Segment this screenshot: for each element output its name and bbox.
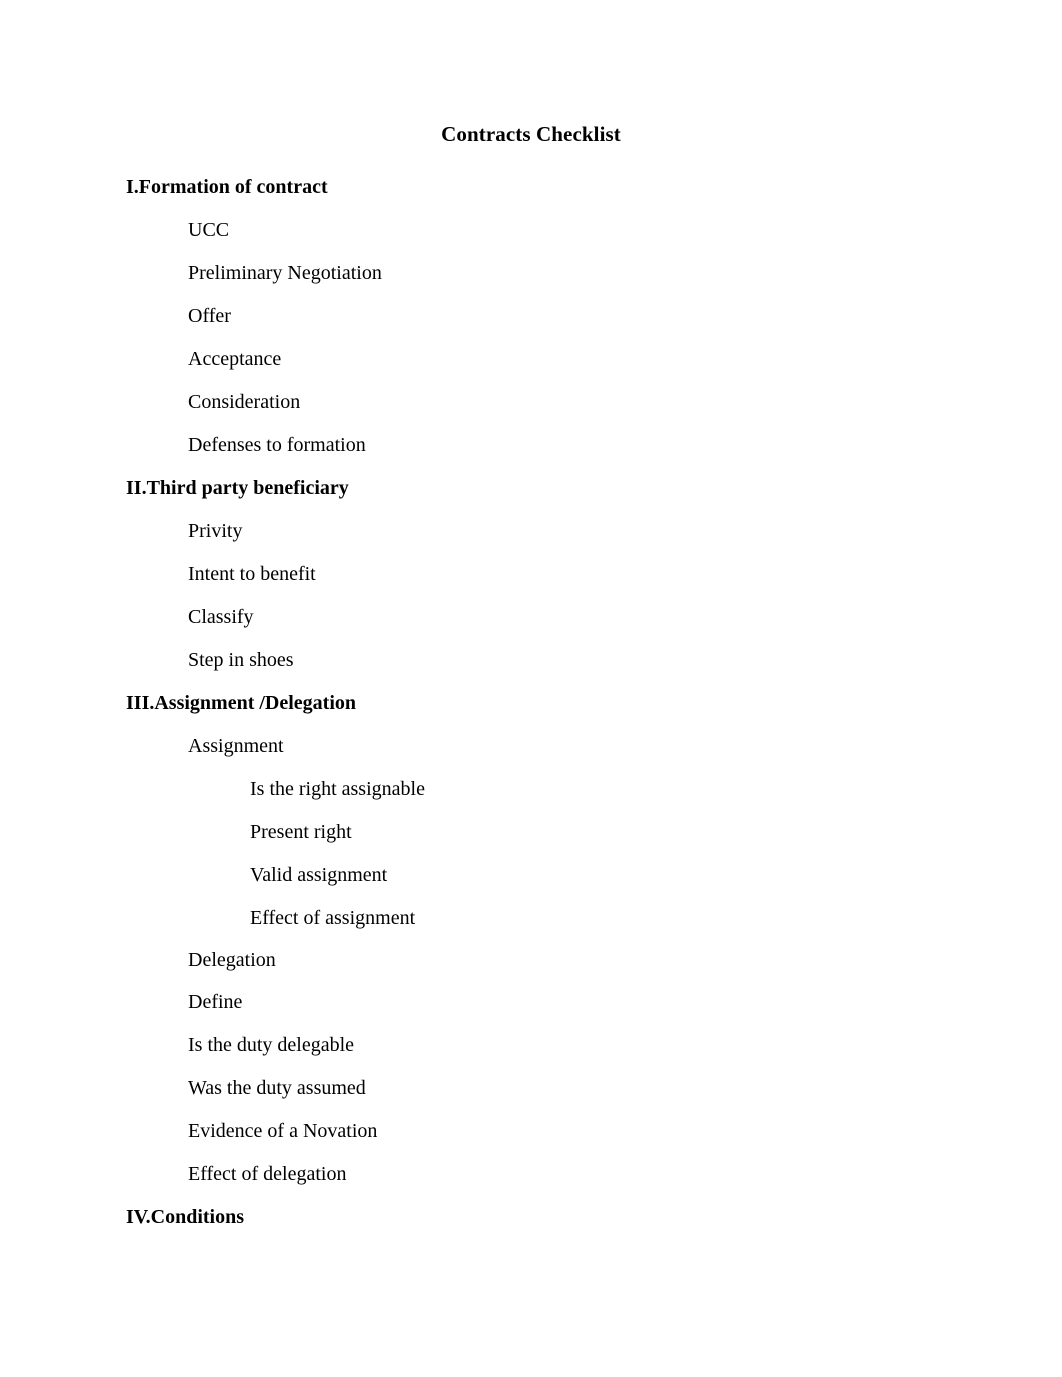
outline-subitem: Effect of assignment bbox=[250, 907, 416, 929]
outline-item: Offer bbox=[188, 305, 231, 327]
outline-item: Step in shoes bbox=[188, 649, 294, 671]
outline-item: Classify bbox=[188, 606, 254, 628]
document-page: Contracts Checklist I.Formation of contr… bbox=[0, 0, 1062, 1377]
outline-item: UCC bbox=[188, 219, 230, 241]
outline-item: Consideration bbox=[188, 391, 301, 413]
outline-item: Preliminary Negotiation bbox=[188, 262, 382, 284]
outline-heading: IV.Conditions bbox=[126, 1206, 245, 1228]
outline-item: Delegation bbox=[188, 949, 276, 971]
outline-heading: II.Third party beneficiary bbox=[126, 477, 349, 499]
outline-item: Acceptance bbox=[188, 348, 282, 370]
outline-heading: I.Formation of contract bbox=[126, 176, 328, 198]
outline-item: Defenses to formation bbox=[188, 434, 366, 456]
outline-subitem: Is the right assignable bbox=[250, 778, 425, 800]
outline-item: Assignment bbox=[188, 735, 284, 757]
outline-heading: III.Assignment /Delegation bbox=[126, 692, 357, 714]
page-title: Contracts Checklist bbox=[441, 122, 621, 146]
outline-item: Define bbox=[188, 991, 243, 1013]
outline-item: Privity bbox=[188, 520, 243, 542]
outline-subitem: Present right bbox=[250, 821, 352, 843]
checklist-outline: I.Formation of contract UCC Preliminary Ne… bbox=[0, 166, 1062, 1239]
outline-item: Evidence of a Novation bbox=[188, 1120, 378, 1142]
outline-item: Intent to benefit bbox=[188, 563, 316, 585]
outline-subitem: Valid assignment bbox=[250, 864, 388, 886]
outline-item: Effect of delegation bbox=[188, 1163, 347, 1185]
outline-item: Was the duty assumed bbox=[188, 1077, 366, 1099]
outline-item: Is the duty delegable bbox=[188, 1034, 355, 1056]
